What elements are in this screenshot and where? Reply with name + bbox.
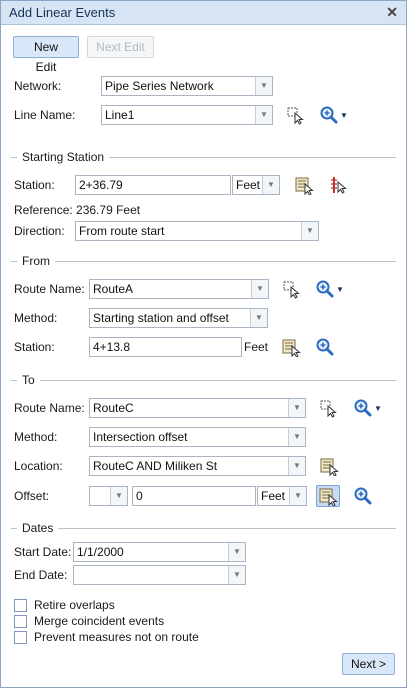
from-route-label: Route Name:: [14, 282, 85, 296]
zoom-in-icon[interactable]: [319, 105, 339, 125]
measure-table-icon[interactable]: [281, 337, 301, 357]
from-station-label: Station:: [14, 340, 55, 354]
chevron-down-icon[interactable]: ▼: [262, 176, 279, 194]
from-section: From: [11, 254, 396, 268]
chevron-down-icon[interactable]: ▼: [301, 222, 318, 240]
merge-coincident-label: Merge coincident events: [34, 614, 165, 628]
chevron-down-icon[interactable]: ▼: [228, 543, 245, 561]
from-method-value: Starting station and offset: [93, 311, 229, 325]
zoom-in-icon[interactable]: [315, 337, 335, 357]
chevron-down-icon[interactable]: ▼: [251, 280, 268, 298]
zoom-in-icon[interactable]: [353, 486, 373, 506]
offset-sign-select[interactable]: ▼: [89, 486, 128, 506]
from-header: From: [17, 254, 55, 268]
start-date-value: 1/1/2000: [77, 545, 124, 559]
title-bar: Add Linear Events ✕: [1, 1, 406, 25]
to-method-value: Intersection offset: [93, 430, 188, 444]
line-name-select[interactable]: Line1 ▼: [101, 105, 273, 125]
chevron-down-icon[interactable]: ▼: [110, 487, 127, 505]
network-select[interactable]: Pipe Series Network ▼: [101, 76, 273, 96]
chevron-down-icon[interactable]: ▼: [288, 457, 305, 475]
cursor-select-icon[interactable]: [282, 279, 302, 299]
from-route-select[interactable]: RouteA ▼: [89, 279, 269, 299]
direction-label: Direction:: [14, 224, 65, 238]
prevent-measures-checkbox[interactable]: [14, 631, 27, 644]
next-edit-button[interactable]: Next Edit: [87, 36, 154, 58]
to-route-select[interactable]: RouteC ▼: [89, 398, 306, 418]
offset-unit-value: Feet: [261, 489, 286, 503]
start-date-label: Start Date:: [14, 545, 72, 559]
to-method-label: Method:: [14, 430, 58, 444]
from-method-label: Method:: [14, 311, 58, 325]
pick-station-icon[interactable]: [329, 175, 349, 195]
merge-coincident-checkbox[interactable]: [14, 615, 27, 628]
measure-table-icon[interactable]: [316, 485, 340, 507]
dates-header: Dates: [17, 521, 59, 535]
zoom-in-icon[interactable]: [353, 398, 373, 418]
to-header: To: [17, 373, 40, 387]
to-section: To: [11, 373, 396, 387]
dates-section: Dates: [11, 521, 396, 535]
starting-station-header: Starting Station: [17, 150, 110, 164]
reference-text: Reference: 236.79 Feet: [14, 203, 141, 217]
offset-input[interactable]: [132, 486, 256, 506]
chevron-down-icon[interactable]: ▼: [250, 309, 267, 327]
from-route-value: RouteA: [93, 282, 134, 296]
measure-table-icon[interactable]: [319, 456, 339, 476]
to-location-label: Location:: [14, 459, 63, 473]
next-button[interactable]: Next >: [342, 653, 395, 675]
starting-station-unit-select[interactable]: Feet ▼: [232, 175, 280, 195]
retire-overlaps-label: Retire overlaps: [34, 598, 115, 612]
from-method-select[interactable]: Starting station and offset ▼: [89, 308, 268, 328]
add-linear-events-panel: Add Linear Events ✕ New Edit Next Edit N…: [0, 0, 407, 688]
prevent-measures-label: Prevent measures not on route: [34, 630, 199, 644]
chevron-down-icon[interactable]: ▼: [288, 428, 305, 446]
chevron-down-icon[interactable]: ▼: [255, 106, 272, 124]
direction-value: From route start: [79, 224, 165, 238]
to-method-select[interactable]: Intersection offset ▼: [89, 427, 306, 447]
cursor-select-icon[interactable]: [319, 398, 339, 418]
retire-overlaps-checkbox[interactable]: [14, 599, 27, 612]
zoom-in-icon[interactable]: [315, 279, 335, 299]
chevron-down-icon[interactable]: ▼: [374, 404, 382, 413]
to-location-value: RouteC AND Miliken St: [93, 459, 218, 473]
network-value: Pipe Series Network: [105, 79, 214, 93]
chevron-down-icon[interactable]: ▼: [289, 487, 306, 505]
chevron-down-icon[interactable]: ▼: [336, 285, 344, 294]
offset-unit-select[interactable]: Feet ▼: [257, 486, 307, 506]
from-station-input[interactable]: [89, 337, 242, 357]
end-date-picker[interactable]: ▼: [73, 565, 246, 585]
starting-station-input[interactable]: [75, 175, 231, 195]
network-label: Network:: [14, 79, 62, 93]
cursor-select-icon[interactable]: [286, 105, 306, 125]
starting-station-unit: Feet: [236, 178, 261, 192]
line-name-value: Line1: [105, 108, 135, 122]
close-icon[interactable]: ✕: [386, 4, 398, 21]
direction-select[interactable]: From route start ▼: [75, 221, 319, 241]
new-edit-button[interactable]: New Edit: [13, 36, 79, 74]
line-name-label: Line Name:: [14, 108, 76, 122]
start-date-picker[interactable]: 1/1/2000 ▼: [73, 542, 246, 562]
chevron-down-icon[interactable]: ▼: [340, 111, 348, 120]
to-location-select[interactable]: RouteC AND Miliken St ▼: [89, 456, 306, 476]
window-title: Add Linear Events: [9, 5, 116, 20]
measure-table-icon[interactable]: [294, 175, 314, 195]
from-station-unit: Feet: [244, 340, 269, 354]
chevron-down-icon[interactable]: ▼: [288, 399, 305, 417]
chevron-down-icon[interactable]: ▼: [255, 77, 272, 95]
to-offset-label: Offset:: [14, 489, 50, 503]
to-route-value: RouteC: [93, 401, 134, 415]
starting-station-section: Starting Station: [11, 150, 396, 164]
to-route-label: Route Name:: [14, 401, 85, 415]
station-label: Station:: [14, 178, 55, 192]
end-date-label: End Date:: [14, 568, 68, 582]
chevron-down-icon[interactable]: ▼: [228, 566, 245, 584]
